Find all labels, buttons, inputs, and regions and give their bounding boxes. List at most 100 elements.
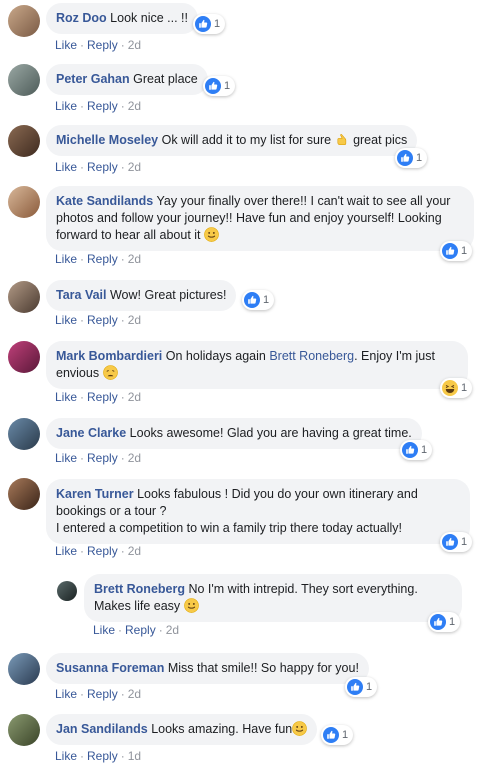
- comment-actions: Like · Reply · 2d: [55, 544, 142, 558]
- reaction-count[interactable]: 1: [428, 612, 461, 632]
- avatar[interactable]: [8, 714, 40, 746]
- avatar[interactable]: [8, 281, 40, 313]
- avatar[interactable]: [8, 478, 40, 510]
- comment-author[interactable]: Peter Gahan: [56, 72, 130, 86]
- comment-author[interactable]: Mark Bombardieri: [56, 349, 162, 363]
- comment-bubble: Jan Sandilands Looks amazing. Have fun: [46, 714, 318, 745]
- comment-author[interactable]: Jan Sandilands: [56, 722, 148, 736]
- reply-link[interactable]: Reply: [87, 749, 118, 763]
- like-link[interactable]: Like: [55, 38, 77, 52]
- comment-actions: Like · Reply · 2d: [55, 160, 142, 174]
- comment-actions: Like · Reply · 2d: [55, 313, 142, 327]
- comment-text: Looks awesome! Glad you are having a gre…: [129, 426, 412, 440]
- like-link[interactable]: Like: [55, 390, 77, 404]
- avatar[interactable]: [8, 64, 40, 96]
- comment-actions: Like · Reply · 2d: [55, 252, 142, 266]
- tired-emoji-icon: [103, 365, 118, 380]
- comment-author[interactable]: Jane Clarke: [56, 426, 126, 440]
- smile-emoji-icon: [204, 227, 219, 242]
- like-reaction-icon: [195, 16, 211, 32]
- comment-text: Looks amazing. Have fun: [151, 722, 293, 736]
- reaction-count[interactable]: 1: [440, 378, 473, 398]
- comment-actions: Like · Reply · 2d: [55, 38, 142, 52]
- like-link[interactable]: Like: [55, 687, 77, 701]
- reply-link[interactable]: Reply: [87, 38, 118, 52]
- mention-link[interactable]: Brett Roneberg: [269, 349, 354, 363]
- avatar[interactable]: [8, 125, 40, 157]
- reply-link[interactable]: Reply: [125, 623, 156, 637]
- comment-bubble: Susanna Foreman Miss that smile!! So hap…: [46, 653, 369, 684]
- like-link[interactable]: Like: [55, 749, 77, 763]
- comment-bubble: Roz Doo Look nice ... !!: [46, 3, 198, 34]
- like-reaction-icon: [205, 78, 221, 94]
- timestamp[interactable]: 2d: [128, 252, 141, 266]
- comment-author[interactable]: Tara Vail: [56, 288, 107, 302]
- timestamp[interactable]: 2d: [128, 390, 141, 404]
- reaction-count[interactable]: 1: [345, 677, 378, 697]
- reply-link[interactable]: Reply: [87, 313, 118, 327]
- comment-actions: Like · Reply · 2d: [55, 687, 142, 701]
- like-reaction-icon: [397, 150, 413, 166]
- timestamp[interactable]: 2d: [166, 623, 179, 637]
- like-link[interactable]: Like: [55, 99, 77, 113]
- comment-author[interactable]: Michelle Moseley: [56, 133, 158, 147]
- comment-author[interactable]: Brett Roneberg: [94, 582, 185, 596]
- reply-link[interactable]: Reply: [87, 160, 118, 174]
- comment-text: Ok will add it to my list for sure: [161, 133, 332, 147]
- like-reaction-icon: [323, 727, 339, 743]
- like-reaction-icon: [402, 442, 418, 458]
- like-link[interactable]: Like: [55, 313, 77, 327]
- reaction-count[interactable]: 1: [203, 76, 236, 96]
- timestamp[interactable]: 1d: [128, 749, 141, 763]
- reaction-count[interactable]: 1: [193, 14, 226, 34]
- timestamp[interactable]: 2d: [128, 160, 141, 174]
- reaction-count[interactable]: 1: [400, 440, 433, 460]
- comment-bubble: Karen Turner Looks fabulous ! Did you do…: [46, 479, 470, 544]
- like-link[interactable]: Like: [55, 451, 77, 465]
- comment-actions: Like · Reply · 2d: [55, 99, 142, 113]
- like-link[interactable]: Like: [55, 252, 77, 266]
- avatar[interactable]: [8, 5, 40, 37]
- reaction-count[interactable]: 1: [440, 241, 473, 261]
- comment-author[interactable]: Susanna Foreman: [56, 661, 164, 675]
- reply-link[interactable]: Reply: [87, 687, 118, 701]
- smile-emoji-icon: [184, 598, 199, 613]
- timestamp[interactable]: 2d: [128, 313, 141, 327]
- avatar[interactable]: [8, 418, 40, 450]
- like-link[interactable]: Like: [55, 544, 77, 558]
- avatar[interactable]: [8, 341, 40, 373]
- like-link[interactable]: Like: [55, 160, 77, 174]
- like-link[interactable]: Like: [93, 623, 115, 637]
- comment-bubble: Brett Roneberg No I'm with intrepid. The…: [84, 574, 462, 622]
- reply-link[interactable]: Reply: [87, 390, 118, 404]
- comment-author[interactable]: Karen Turner: [56, 487, 134, 501]
- comment-author[interactable]: Roz Doo: [56, 11, 107, 25]
- reply-link[interactable]: Reply: [87, 252, 118, 266]
- reaction-count[interactable]: 1: [440, 532, 473, 552]
- reaction-count[interactable]: 1: [321, 725, 354, 745]
- reaction-count[interactable]: 1: [395, 148, 428, 168]
- comment-text: I entered a competition to win a family …: [56, 521, 403, 535]
- avatar[interactable]: [57, 581, 77, 601]
- haha-reaction-icon: [442, 380, 458, 396]
- avatar[interactable]: [8, 653, 40, 685]
- timestamp[interactable]: 2d: [128, 451, 141, 465]
- comment-bubble: Michelle Moseley Ok will add it to my li…: [46, 125, 418, 156]
- reply-link[interactable]: Reply: [87, 451, 118, 465]
- comment-author[interactable]: Kate Sandilands: [56, 194, 153, 208]
- timestamp[interactable]: 2d: [128, 544, 141, 558]
- comment-actions: Like · Reply · 2d: [93, 623, 180, 637]
- like-reaction-icon: [244, 292, 260, 308]
- reply-link[interactable]: Reply: [87, 99, 118, 113]
- timestamp[interactable]: 2d: [128, 687, 141, 701]
- timestamp[interactable]: 2d: [128, 99, 141, 113]
- timestamp[interactable]: 2d: [128, 38, 141, 52]
- reply-link[interactable]: Reply: [87, 544, 118, 558]
- comment-text: On holidays again: [165, 349, 270, 363]
- smile-emoji-icon: [292, 721, 307, 736]
- comment-actions: Like · Reply · 2d: [55, 390, 142, 404]
- comment-bubble: Tara Vail Wow! Great pictures!: [46, 280, 237, 311]
- avatar[interactable]: [8, 186, 40, 218]
- comment-bubble: Peter Gahan Great place: [46, 64, 208, 95]
- reaction-count[interactable]: 1: [242, 290, 275, 310]
